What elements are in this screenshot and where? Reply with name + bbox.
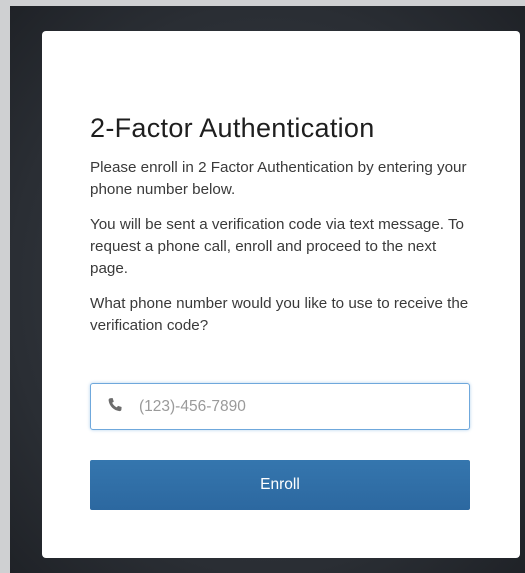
enrollment-card: 2-Factor Authentication Please enroll in… <box>42 31 520 558</box>
page-title: 2-Factor Authentication <box>90 113 375 143</box>
phone-icon <box>107 397 123 413</box>
phone-question-text: What phone number would you like to use … <box>90 295 469 334</box>
phone-field[interactable] <box>90 383 470 430</box>
page-background: 2-Factor Authentication Please enroll in… <box>0 0 525 573</box>
sms-info-text: You will be sent a verification code via… <box>90 216 464 277</box>
phone-input[interactable] <box>139 384 459 429</box>
enroll-button[interactable]: Enroll <box>90 460 470 510</box>
intro-text: Please enroll in 2 Factor Authentication… <box>90 159 467 198</box>
